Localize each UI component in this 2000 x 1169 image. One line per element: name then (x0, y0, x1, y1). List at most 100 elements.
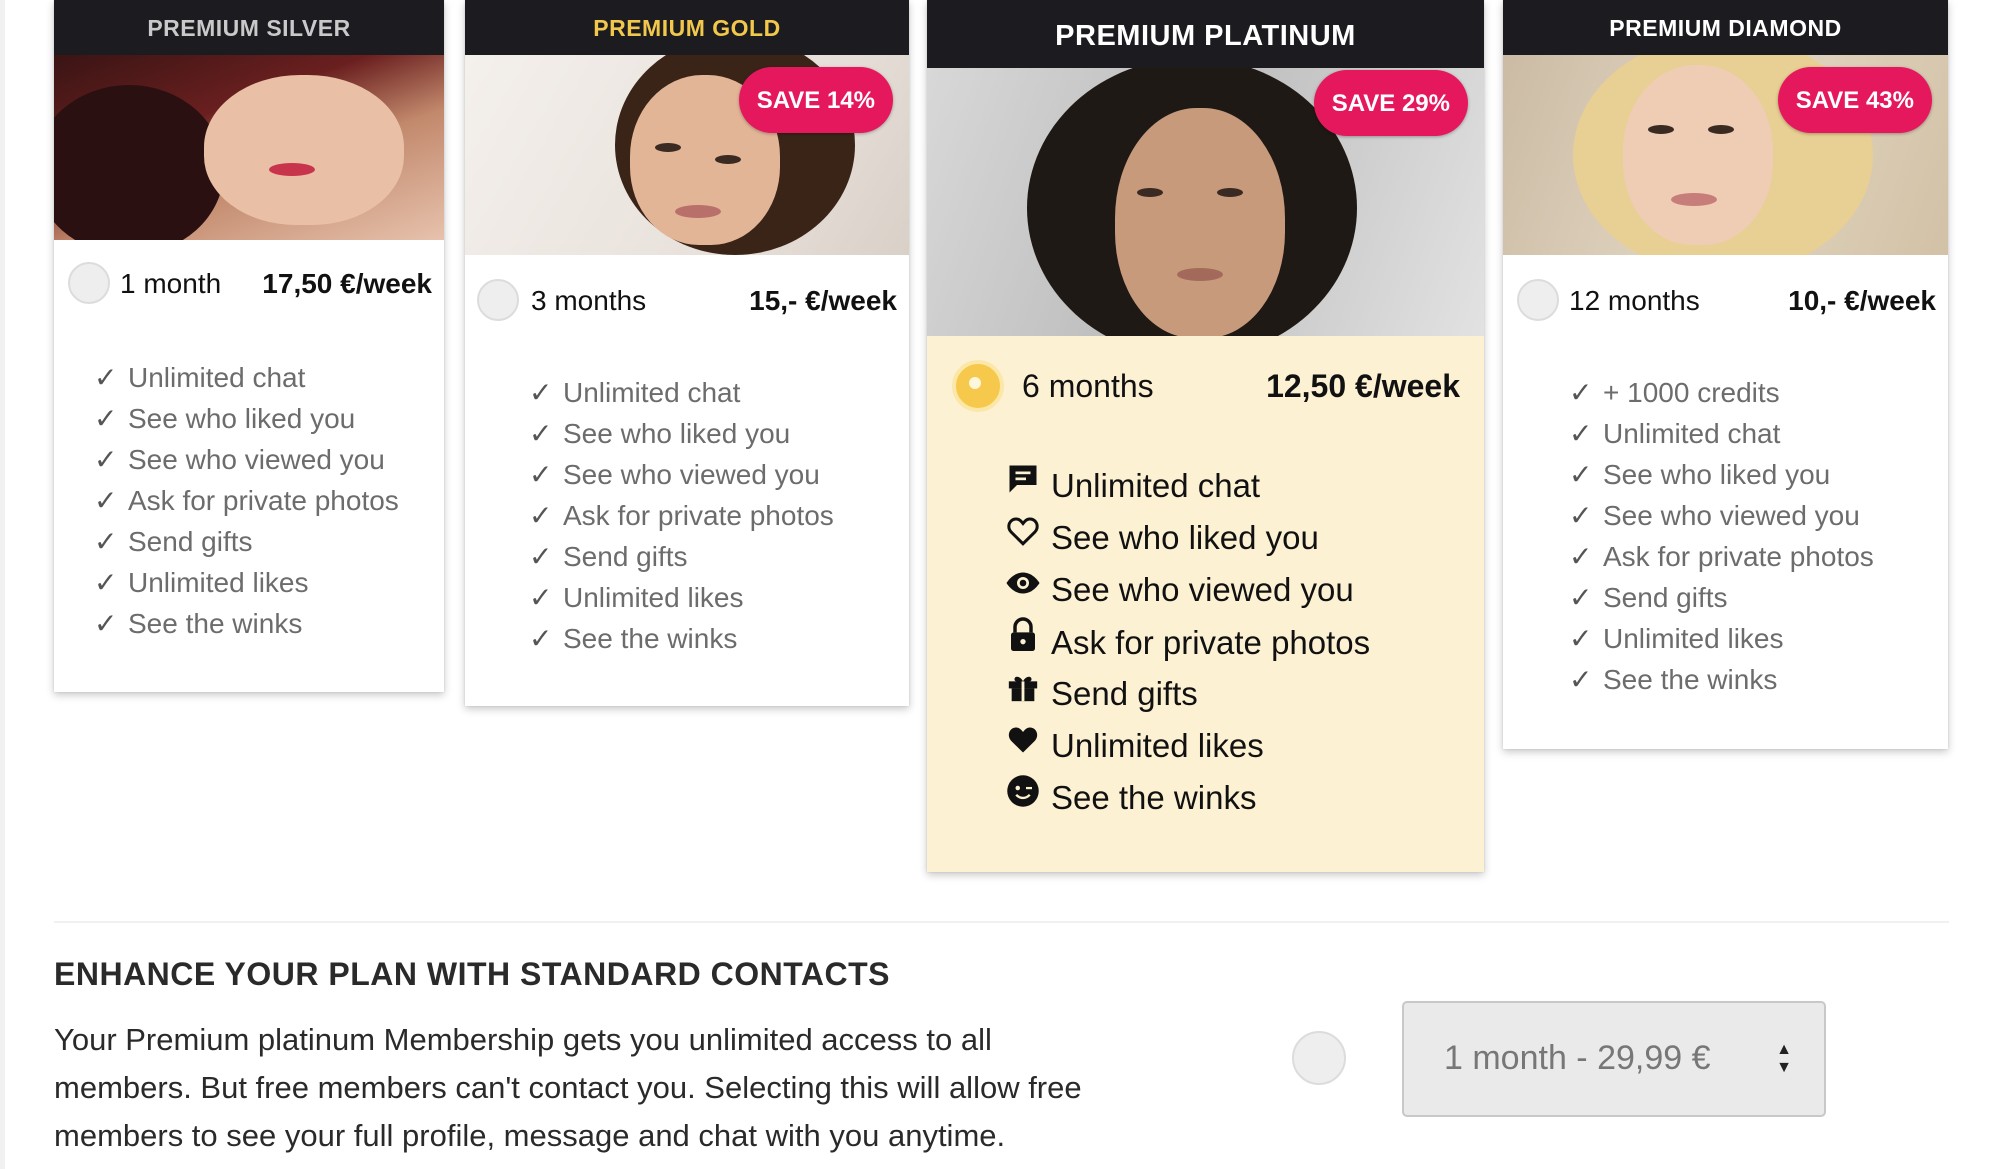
check-icon: ✓ (529, 459, 553, 490)
save-badge: SAVE 14% (738, 67, 893, 133)
wink-icon (995, 773, 1051, 826)
feature-item: ✓ See the winks (529, 618, 834, 659)
check-icon: ✓ (1569, 459, 1593, 490)
feature-list: ✓ + 1000 credits ✓ Unlimited chat ✓ See who… (1569, 372, 1874, 700)
feature-item: Unlimited chat (995, 460, 1370, 512)
plan-radio[interactable] (68, 262, 110, 304)
gift-icon (995, 669, 1051, 722)
enhance-description-line: members. But free members can't contact … (54, 1070, 1082, 1105)
plan-photo: SAVE 29% (927, 68, 1484, 336)
eye-icon (995, 565, 1051, 618)
plan-header: PREMIUM GOLD (465, 0, 909, 55)
price-row[interactable]: 3 months 15,- €/week (465, 275, 909, 325)
enhance-radio[interactable] (1292, 1031, 1346, 1085)
check-icon: ✓ (529, 541, 553, 572)
check-icon: ✓ (94, 526, 118, 557)
check-icon: ✓ (529, 377, 553, 408)
feature-item: ✓ Unlimited likes (94, 562, 399, 603)
feature-item: ✓ Unlimited chat (529, 372, 834, 413)
feature-item: ✓ See who liked you (94, 398, 399, 439)
price-row[interactable]: 6 months 12,50 €/week (927, 358, 1484, 418)
plan-card-gold[interactable]: PREMIUM GOLD SAVE 14% 3 months 15,- €/we… (465, 0, 909, 706)
check-icon: ✓ (94, 444, 118, 475)
duration-label: 3 months (531, 285, 647, 316)
plan-card-diamond[interactable]: PREMIUM DIAMOND SAVE 43% 12 months 10,- … (1503, 0, 1948, 749)
check-icon: ✓ (1569, 541, 1593, 572)
feature-item: See who liked you (995, 512, 1370, 564)
plan-card-silver[interactable]: PREMIUM SILVER 1 month 17,50 €/week ✓ Unl… (54, 0, 444, 692)
check-icon: ✓ (94, 403, 118, 434)
enhance-description: Your Premium platinum Membership gets yo… (54, 1016, 1204, 1160)
check-icon: ✓ (94, 362, 118, 393)
feature-item: ✓ See the winks (94, 603, 399, 644)
feature-item: See who viewed you (995, 564, 1370, 616)
plan-header: PREMIUM SILVER (54, 0, 444, 55)
feature-item: Send gifts (995, 668, 1370, 720)
feature-item: ✓ Ask for private photos (1569, 536, 1874, 577)
feature-item: ✓ Ask for private photos (94, 480, 399, 521)
feature-item: ✓ Unlimited chat (1569, 413, 1874, 454)
chat-icon (995, 461, 1051, 514)
check-icon: ✓ (1569, 377, 1593, 408)
feature-list: ✓ Unlimited chat ✓ See who liked you ✓ See … (94, 357, 399, 644)
plan-radio-selected[interactable] (952, 360, 1004, 412)
contacts-duration-select[interactable]: 1 month - 29,99 € ▲ ▼ (1402, 1001, 1826, 1117)
check-icon: ✓ (94, 608, 118, 639)
plan-photo (54, 55, 444, 240)
plan-radio[interactable] (1517, 279, 1559, 321)
feature-item: ✓ See who viewed you (1569, 495, 1874, 536)
duration-label: 12 months (1569, 285, 1700, 316)
feature-item: ✓ See who viewed you (529, 454, 834, 495)
feature-item: ✓ Unlimited likes (1569, 618, 1874, 659)
select-updown-icon: ▲ ▼ (1776, 1041, 1792, 1076)
plan-photo: SAVE 14% (465, 55, 909, 255)
plan-card-platinum[interactable]: PREMIUM PLATINUM SAVE 29% 6 months 12,50… (927, 0, 1484, 872)
left-edge-divider (0, 0, 5, 1169)
plan-header: PREMIUM PLATINUM (927, 0, 1484, 68)
feature-item: ✓ + 1000 credits (1569, 372, 1874, 413)
lock-icon (995, 616, 1051, 671)
check-icon: ✓ (94, 485, 118, 516)
feature-list: Unlimited chat See who liked you See who… (995, 460, 1370, 824)
check-icon: ✓ (529, 623, 553, 654)
price-row[interactable]: 12 months 10,- €/week (1503, 275, 1948, 325)
price-label: 17,50 €/week (262, 268, 432, 299)
price-label: 12,50 €/week (1266, 368, 1460, 404)
feature-item: ✓ See the winks (1569, 659, 1874, 700)
check-icon: ✓ (1569, 664, 1593, 695)
enhance-description-line: Your Premium platinum Membership gets yo… (54, 1022, 992, 1057)
feature-item: ✓ Send gifts (94, 521, 399, 562)
check-icon: ✓ (94, 567, 118, 598)
check-icon: ✓ (529, 582, 553, 613)
plan-photo: SAVE 43% (1503, 55, 1948, 255)
plan-radio[interactable] (477, 279, 519, 321)
heart-outline-icon (995, 513, 1051, 566)
feature-item: ✓ See who liked you (1569, 454, 1874, 495)
feature-item: ✓ Send gifts (529, 536, 834, 577)
feature-item: ✓ Send gifts (1569, 577, 1874, 618)
heart-icon (995, 721, 1051, 774)
feature-item: See the winks (995, 772, 1370, 824)
feature-item: ✓ Ask for private photos (529, 495, 834, 536)
check-icon: ✓ (529, 418, 553, 449)
feature-item: ✓ See who liked you (529, 413, 834, 454)
check-icon: ✓ (1569, 623, 1593, 654)
price-row[interactable]: 1 month 17,50 €/week (54, 258, 444, 308)
save-badge: SAVE 43% (1777, 67, 1932, 133)
section-divider (54, 921, 1949, 923)
enhance-description-line: members to see your full profile, messag… (54, 1118, 1006, 1153)
feature-item: Ask for private photos (995, 616, 1370, 668)
duration-label: 6 months (1022, 368, 1154, 404)
enhance-section-title: ENHANCE YOUR PLAN WITH STANDARD CONTACTS (54, 956, 890, 992)
feature-item: ✓ See who viewed you (94, 439, 399, 480)
save-badge: SAVE 29% (1313, 70, 1468, 136)
check-icon: ✓ (1569, 582, 1593, 613)
check-icon: ✓ (529, 500, 553, 531)
select-value: 1 month - 29,99 € (1444, 1039, 1711, 1077)
price-label: 10,- €/week (1788, 285, 1936, 316)
feature-list: ✓ Unlimited chat ✓ See who liked you ✓ See … (529, 372, 834, 659)
duration-label: 1 month (120, 268, 222, 299)
price-label: 15,- €/week (749, 285, 897, 316)
feature-item: ✓ Unlimited likes (529, 577, 834, 618)
plan-header: PREMIUM DIAMOND (1503, 0, 1948, 55)
